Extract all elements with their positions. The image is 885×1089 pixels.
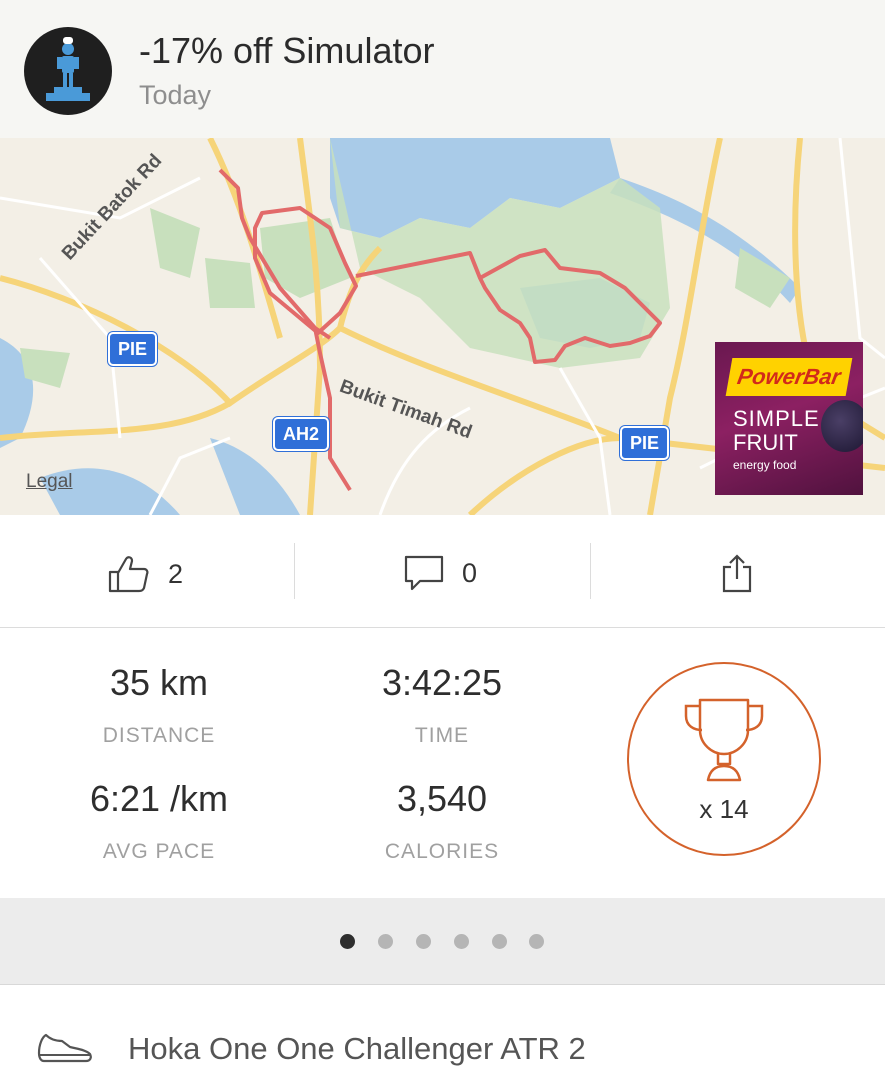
ad-line-2: FRUIT	[733, 430, 798, 455]
page-dot-6[interactable]	[529, 934, 544, 949]
shoe-icon	[37, 1033, 92, 1063]
activity-date: Today	[139, 80, 212, 110]
gear-name: Hoka One One Challenger ATR 2	[128, 1031, 586, 1066]
ad-line-3: energy food	[733, 458, 797, 472]
action-divider	[294, 543, 295, 599]
map-legal-link[interactable]: Legal	[26, 471, 73, 493]
trophy-count: x 14	[699, 794, 749, 824]
thumbs-up-icon	[108, 556, 149, 593]
shield-pie-west: PIE	[108, 332, 158, 366]
berry-icon	[821, 400, 863, 452]
share-icon	[722, 554, 752, 593]
time-label: TIME	[414, 724, 470, 747]
shield-pie-east: PIE	[620, 426, 670, 460]
page-indicator	[0, 898, 885, 985]
page-dot-4[interactable]	[454, 934, 469, 949]
share-button[interactable]	[721, 553, 753, 593]
comment-button[interactable]: 0	[404, 555, 477, 591]
activity-header: -17% off Simulator Today	[0, 0, 885, 138]
comment-count: 0	[462, 557, 478, 588]
action-divider	[590, 543, 591, 599]
social-actions: 2 0	[0, 515, 885, 628]
sponsor-ad[interactable]: PowerBar SIMPLE FRUIT energy food	[715, 342, 863, 495]
athlete-avatar[interactable]	[24, 27, 112, 115]
achievements-badge[interactable]: x 14	[627, 662, 821, 856]
activity-title[interactable]: -17% off Simulator	[139, 30, 434, 72]
pace-label: AVG PACE	[102, 840, 216, 863]
pace-value: 6:21 /km	[89, 778, 229, 819]
calories-label: CALORIES	[384, 840, 500, 863]
page-dot-3[interactable]	[416, 934, 431, 949]
calories-value: 3,540	[396, 778, 488, 819]
page-dot-5[interactable]	[492, 934, 507, 949]
gear-row[interactable]: Hoka One One Challenger ATR 2	[0, 985, 885, 1089]
page-dot-1[interactable]	[340, 934, 355, 949]
ad-line-1: SIMPLE	[733, 406, 820, 431]
comment-icon	[404, 555, 444, 591]
trophy-icon	[684, 698, 764, 782]
ad-brand: PowerBar	[725, 358, 853, 396]
route-map[interactable]: Bukit Batok Rd Bukit Timah Rd PIE AH2 PI…	[0, 138, 885, 515]
distance-label: DISTANCE	[102, 724, 216, 747]
page-dot-2[interactable]	[378, 934, 393, 949]
distance-value: 35 km	[109, 662, 209, 703]
time-value: 3:42:25	[381, 662, 503, 703]
kudos-count: 2	[168, 558, 184, 589]
kudos-button[interactable]: 2	[108, 555, 183, 593]
shield-ah2: AH2	[273, 417, 330, 451]
chef-podium-avatar-icon	[46, 37, 90, 101]
